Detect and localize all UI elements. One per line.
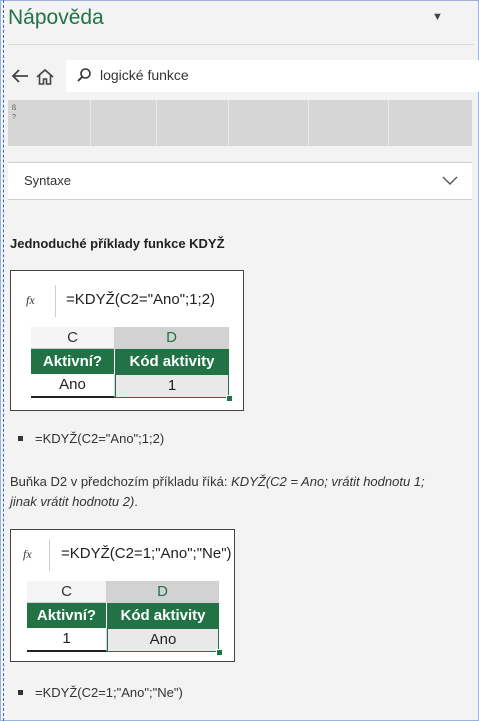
back-button[interactable] bbox=[10, 66, 30, 86]
bullet-icon bbox=[18, 690, 23, 695]
accordion-label: Syntaxe bbox=[24, 173, 71, 188]
search-input[interactable] bbox=[100, 67, 460, 83]
table-cell-selected: 1 bbox=[115, 374, 229, 398]
fx-icon: fx bbox=[23, 547, 32, 561]
formula-bar-separator bbox=[49, 539, 50, 571]
strip-text: ß ? bbox=[12, 105, 17, 121]
description-text: Buňka D2 v předchozím příkladu říká: bbox=[10, 474, 232, 489]
topic-thumbnail-strip: ß ? bbox=[8, 100, 472, 146]
bullet-icon bbox=[18, 436, 23, 441]
column-header-c: C bbox=[31, 327, 115, 349]
column-header-d: D bbox=[115, 327, 229, 349]
example-image-2: fx =KDYŽ(C2=1;"Ano";"Ne") C D Aktivní? K… bbox=[10, 529, 235, 662]
strip-separator bbox=[228, 100, 229, 146]
table-header-cell: Kód aktivity bbox=[107, 603, 219, 628]
description-end: . bbox=[134, 494, 138, 509]
home-icon bbox=[36, 68, 54, 85]
column-header-d: D bbox=[107, 581, 219, 603]
table-header-cell: Aktivní? bbox=[27, 603, 107, 628]
formula-bar-text: =KDYŽ(C2=1;"Ano";"Ne") bbox=[61, 545, 232, 562]
table-cell-selected: Ano bbox=[107, 628, 219, 652]
table-cell: Ano bbox=[31, 374, 115, 398]
strip-separator bbox=[308, 100, 309, 146]
pane-options-chevron-icon[interactable]: ▼ bbox=[432, 11, 443, 23]
section-heading: Jednoduché příklady funkce KDYŽ bbox=[10, 236, 225, 251]
chevron-down-icon bbox=[442, 176, 458, 185]
arrow-left-icon bbox=[11, 69, 28, 83]
description-paragraph: Buňka D2 v předchozím příkladu říká: KDY… bbox=[10, 472, 450, 512]
formula-bar-separator bbox=[55, 285, 56, 317]
fill-handle bbox=[226, 395, 233, 402]
strip-separator bbox=[156, 100, 157, 146]
table-header-cell: Kód aktivity bbox=[115, 349, 229, 374]
pane-resize-border[interactable] bbox=[3, 0, 4, 721]
example-image-1: fx =KDYŽ(C2="Ano";1;2) C D Aktivní? Kód … bbox=[10, 270, 244, 411]
title-divider bbox=[8, 44, 474, 45]
column-header-c: C bbox=[27, 581, 107, 603]
strip-separator bbox=[90, 100, 91, 146]
pane-title: Nápověda bbox=[8, 6, 104, 29]
search-box[interactable] bbox=[66, 60, 479, 92]
search-icon bbox=[77, 68, 91, 82]
bullet-formula-1: =KDYŽ(C2="Ano";1;2) bbox=[35, 431, 165, 446]
bullet-formula-2: =KDYŽ(C2=1;"Ano";"Ne") bbox=[35, 685, 183, 700]
fill-handle bbox=[216, 649, 223, 656]
table-header-cell: Aktivní? bbox=[31, 349, 115, 374]
syntax-accordion[interactable]: Syntaxe bbox=[8, 162, 472, 200]
formula-bar-text: =KDYŽ(C2="Ano";1;2) bbox=[66, 291, 216, 308]
home-button[interactable] bbox=[35, 67, 55, 87]
fx-icon: fx bbox=[26, 293, 35, 307]
strip-separator bbox=[388, 100, 389, 146]
table-cell: 1 bbox=[27, 628, 107, 652]
